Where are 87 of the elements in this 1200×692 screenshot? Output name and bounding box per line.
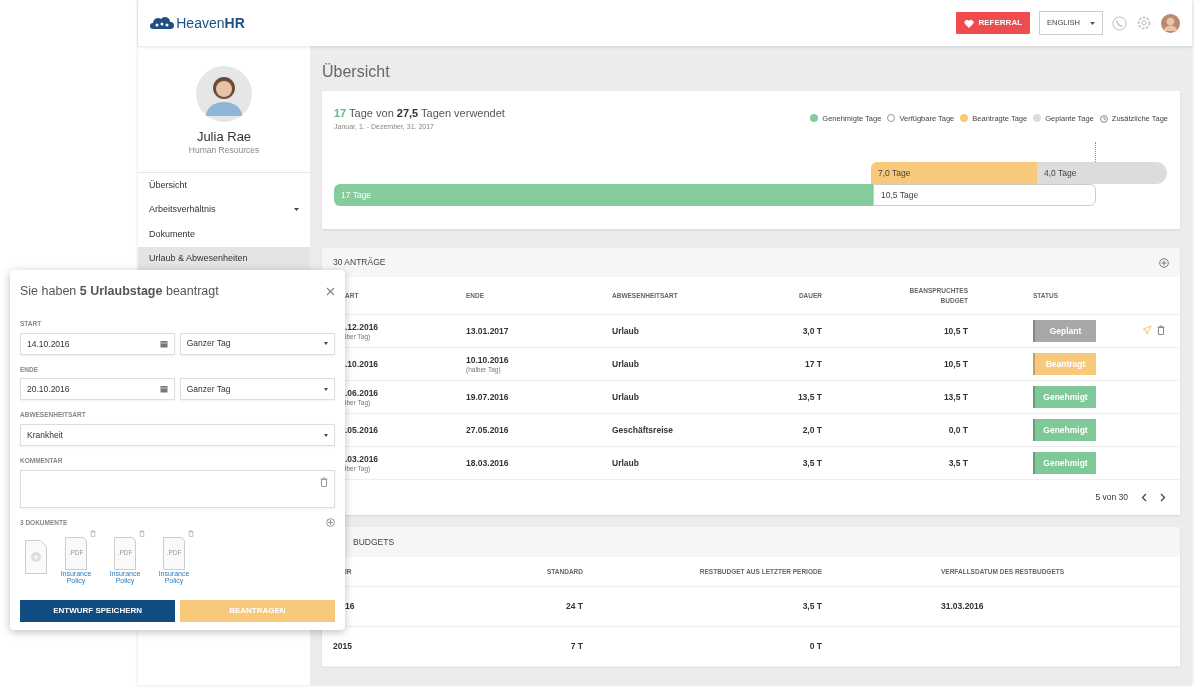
bar-segment: 17 Tage bbox=[334, 184, 873, 206]
absence-type-select[interactable]: Krankheit bbox=[20, 424, 335, 446]
table-cell: 24 T bbox=[566, 601, 583, 612]
table-cell: Urlaub bbox=[612, 325, 639, 336]
table-cell: .05.2016 bbox=[345, 424, 379, 435]
table-cell: 2,0 T bbox=[802, 424, 822, 435]
caret-icon bbox=[324, 387, 328, 391]
table-cell: .06.2016 bbox=[345, 388, 379, 399]
status-badge: Genehmigt bbox=[1033, 386, 1096, 408]
table-cell: .10.2016 bbox=[345, 358, 379, 369]
page-title: Übersicht bbox=[322, 62, 391, 82]
table-cell: 13,5 T bbox=[943, 391, 968, 402]
table-cell: 27.05.2016 bbox=[466, 424, 509, 435]
table-cell: .03.2016 bbox=[345, 454, 379, 465]
logo-text: HeavenHR bbox=[176, 13, 245, 33]
add-document-icon[interactable] bbox=[25, 539, 47, 574]
card-title: BUDGETS bbox=[352, 535, 395, 549]
table-cell: 3,5 T bbox=[802, 457, 822, 468]
status-badge: Genehmigt bbox=[1033, 452, 1096, 474]
caret-icon bbox=[324, 342, 328, 345]
table-cell: 31.03.2016 bbox=[941, 601, 984, 612]
date-field[interactable]: 20.10.2016 bbox=[20, 378, 176, 401]
table-cell: 13.01.2017 bbox=[466, 325, 509, 336]
avatar[interactable] bbox=[1161, 13, 1180, 33]
heart-icon bbox=[963, 18, 974, 28]
table-cell: Geschäftsreise bbox=[612, 424, 673, 435]
status-badge: Geplant bbox=[1033, 320, 1096, 342]
save-draft-button[interactable]: ENTWURF SPEICHERN bbox=[20, 599, 176, 622]
referral-button[interactable]: REFERRAL bbox=[955, 12, 1031, 34]
previous-page-icon[interactable] bbox=[1141, 493, 1147, 502]
pagination-text: 5 von 30 bbox=[1095, 491, 1128, 504]
table-cell: 3,5 T bbox=[948, 457, 968, 468]
bar-segment: 10,5 Tage bbox=[873, 184, 1096, 206]
calendar-icon[interactable] bbox=[160, 385, 169, 394]
days-used-summary: 17 Tage von 27,5 Tagen verwendet bbox=[334, 106, 505, 121]
table-cell: 0 T bbox=[809, 641, 822, 652]
table-cell: 18.03.2016 bbox=[466, 457, 509, 468]
table-cell: 0,0 T bbox=[948, 424, 968, 435]
add-icon[interactable] bbox=[326, 518, 335, 528]
delete-icon[interactable] bbox=[1156, 325, 1165, 335]
comment-field[interactable] bbox=[20, 469, 335, 508]
calendar-icon[interactable] bbox=[160, 339, 169, 348]
close-icon[interactable] bbox=[326, 286, 335, 296]
table-cell: .12.2016 bbox=[345, 322, 379, 333]
delete-icon[interactable] bbox=[320, 476, 328, 487]
sidebar-item[interactable]: Übersicht bbox=[138, 173, 310, 198]
send-icon[interactable] bbox=[1142, 325, 1152, 335]
day-select[interactable]: Ganzer Tag bbox=[179, 378, 335, 401]
table-cell: 10.10.2016 bbox=[466, 355, 509, 366]
dialog-title: Sie haben 5 Urlaubstage beantragt bbox=[20, 283, 219, 300]
caret-icon bbox=[1090, 21, 1095, 25]
table-cell: 13,5 T bbox=[797, 391, 822, 402]
bar-segment: 7,0 Tage bbox=[871, 162, 1037, 184]
table-cell: Urlaub bbox=[612, 358, 639, 369]
table-cell: 10,5 T bbox=[943, 325, 968, 336]
cloud-logo-icon bbox=[150, 16, 174, 30]
bar-segment: 4,0 Tage bbox=[1037, 162, 1167, 184]
delete-icon[interactable] bbox=[139, 529, 145, 537]
table-cell: 19.07.2016 bbox=[466, 391, 509, 402]
table-cell: Urlaub bbox=[612, 391, 639, 402]
card-title: 30 ANTRÄGE bbox=[333, 256, 386, 269]
table-cell: 10,5 T bbox=[943, 358, 968, 369]
profile-name: Julia Rae bbox=[196, 130, 252, 145]
table-cell: Urlaub bbox=[612, 457, 639, 468]
table-cell: 7 T bbox=[570, 641, 583, 652]
date-field[interactable]: 14.10.2016 bbox=[20, 332, 176, 355]
add-icon[interactable] bbox=[1159, 257, 1169, 268]
table-cell: 2015 bbox=[333, 641, 352, 652]
table-cell: 17 T bbox=[805, 358, 822, 369]
phone-icon[interactable] bbox=[1112, 15, 1127, 31]
profile-avatar bbox=[196, 66, 252, 122]
status-badge: Beantragt bbox=[1033, 353, 1096, 375]
delete-icon[interactable] bbox=[90, 529, 96, 537]
delete-icon[interactable] bbox=[188, 529, 194, 537]
next-page-icon[interactable] bbox=[1160, 493, 1166, 502]
day-select[interactable]: Ganzer Tag bbox=[179, 332, 335, 355]
settings-icon[interactable] bbox=[1136, 15, 1152, 31]
profile-role: Human Resources bbox=[188, 144, 260, 158]
status-badge: Genehmigt bbox=[1033, 419, 1096, 441]
table-cell: 3,5 T bbox=[802, 601, 822, 612]
table-cell: 3,0 T bbox=[802, 325, 822, 336]
sidebar-item[interactable]: Urlaub & Abwesenheiten bbox=[138, 246, 310, 271]
sidebar-item[interactable]: Arbeitsverhältnis bbox=[138, 197, 310, 222]
table-cell: 16 bbox=[345, 601, 355, 612]
sidebar-item[interactable]: Dokumente bbox=[138, 222, 310, 247]
clock-icon bbox=[1099, 114, 1108, 123]
caret-icon bbox=[324, 433, 328, 437]
